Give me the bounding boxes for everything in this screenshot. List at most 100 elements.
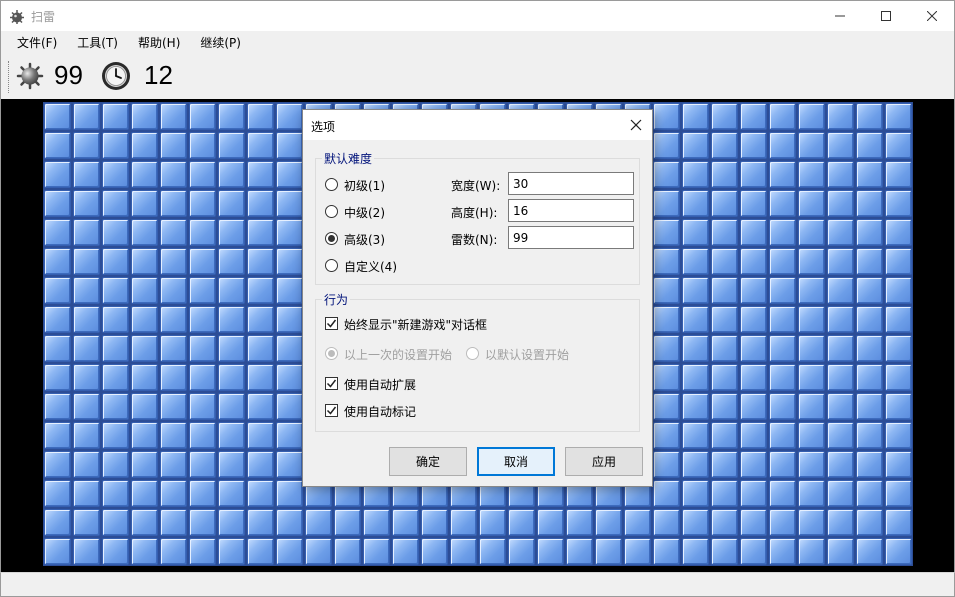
minimize-button[interactable] <box>817 1 863 31</box>
radio-advanced-label[interactable]: 高级(3) <box>344 231 385 248</box>
mine-cell[interactable] <box>826 450 855 479</box>
mine-cell[interactable] <box>246 218 275 247</box>
mine-cell[interactable] <box>275 421 304 450</box>
mine-cell[interactable] <box>43 479 72 508</box>
mine-cell[interactable] <box>275 450 304 479</box>
mine-cell[interactable] <box>681 479 710 508</box>
mine-cell[interactable] <box>159 160 188 189</box>
mine-cell[interactable] <box>507 508 536 537</box>
mine-cell[interactable] <box>246 537 275 566</box>
mine-cell[interactable] <box>739 508 768 537</box>
mine-cell[interactable] <box>826 276 855 305</box>
mine-cell[interactable] <box>72 508 101 537</box>
mine-cell[interactable] <box>768 189 797 218</box>
mine-cell[interactable] <box>797 102 826 131</box>
menu-continue[interactable]: 继续(P) <box>190 31 251 55</box>
mine-cell[interactable] <box>768 508 797 537</box>
mine-cell[interactable] <box>130 363 159 392</box>
mine-cell[interactable] <box>188 131 217 160</box>
mine-cell[interactable] <box>217 131 246 160</box>
mine-cell[interactable] <box>449 537 478 566</box>
mine-cell[interactable] <box>710 160 739 189</box>
mine-cell[interactable] <box>159 508 188 537</box>
mine-cell[interactable] <box>797 508 826 537</box>
mine-cell[interactable] <box>275 218 304 247</box>
mine-cell[interactable] <box>710 363 739 392</box>
mine-cell[interactable] <box>101 131 130 160</box>
mine-cell[interactable] <box>188 102 217 131</box>
mine-cell[interactable] <box>217 508 246 537</box>
mine-cell[interactable] <box>159 537 188 566</box>
mine-cell[interactable] <box>159 363 188 392</box>
radio-start-from-last[interactable] <box>325 347 338 360</box>
mine-cell[interactable] <box>43 102 72 131</box>
mine-cell[interactable] <box>681 363 710 392</box>
mine-cell[interactable] <box>797 334 826 363</box>
mine-cell[interactable] <box>768 392 797 421</box>
mine-cell[interactable] <box>768 450 797 479</box>
mine-cell[interactable] <box>275 508 304 537</box>
mine-cell[interactable] <box>797 421 826 450</box>
mine-cell[interactable] <box>217 421 246 450</box>
mine-cell[interactable] <box>275 305 304 334</box>
mine-cell[interactable] <box>739 334 768 363</box>
mine-cell[interactable] <box>797 189 826 218</box>
mine-cell[interactable] <box>681 131 710 160</box>
mine-cell[interactable] <box>217 218 246 247</box>
mine-cell[interactable] <box>652 363 681 392</box>
mine-cell[interactable] <box>797 392 826 421</box>
mine-cell[interactable] <box>884 508 913 537</box>
mine-cell[interactable] <box>188 363 217 392</box>
mine-cell[interactable] <box>217 450 246 479</box>
mine-cell[interactable] <box>565 508 594 537</box>
mine-cell[interactable] <box>710 102 739 131</box>
mine-cell[interactable] <box>855 537 884 566</box>
mine-cell[interactable] <box>855 276 884 305</box>
mine-cell[interactable] <box>710 218 739 247</box>
mine-cell[interactable] <box>449 508 478 537</box>
mine-cell[interactable] <box>884 392 913 421</box>
mine-cell[interactable] <box>826 247 855 276</box>
radio-beginner-label[interactable]: 初级(1) <box>344 177 385 194</box>
mine-cell[interactable] <box>855 392 884 421</box>
mine-cell[interactable] <box>884 450 913 479</box>
mine-cell[interactable] <box>43 537 72 566</box>
mines-input[interactable] <box>508 226 634 249</box>
mine-cell[interactable] <box>43 247 72 276</box>
mine-cell[interactable] <box>884 479 913 508</box>
radio-intermediate[interactable] <box>325 205 338 218</box>
mine-cell[interactable] <box>43 450 72 479</box>
mine-cell[interactable] <box>739 102 768 131</box>
ok-button[interactable]: 确定 <box>389 447 467 476</box>
mine-cell[interactable] <box>797 247 826 276</box>
mine-cell[interactable] <box>275 247 304 276</box>
mine-cell[interactable] <box>101 479 130 508</box>
mine-cell[interactable] <box>217 102 246 131</box>
mine-cell[interactable] <box>217 334 246 363</box>
mine-cell[interactable] <box>304 537 333 566</box>
mine-cell[interactable] <box>188 508 217 537</box>
mine-cell[interactable] <box>275 276 304 305</box>
width-input[interactable] <box>508 172 634 195</box>
mine-cell[interactable] <box>333 537 362 566</box>
mine-cell[interactable] <box>246 479 275 508</box>
close-button[interactable] <box>909 1 955 31</box>
mine-cell[interactable] <box>739 363 768 392</box>
mine-cell[interactable] <box>217 276 246 305</box>
mine-cell[interactable] <box>159 247 188 276</box>
mine-cell[interactable] <box>275 479 304 508</box>
mine-cell[interactable] <box>855 160 884 189</box>
mine-cell[interactable] <box>826 218 855 247</box>
mine-cell[interactable] <box>275 537 304 566</box>
mine-cell[interactable] <box>159 102 188 131</box>
mine-cell[interactable] <box>391 537 420 566</box>
mine-cell[interactable] <box>420 508 449 537</box>
mine-cell[interactable] <box>681 189 710 218</box>
mine-cell[interactable] <box>652 392 681 421</box>
mine-cell[interactable] <box>768 363 797 392</box>
mine-cell[interactable] <box>101 102 130 131</box>
mine-cell[interactable] <box>739 189 768 218</box>
auto-flag-label[interactable]: 使用自动标记 <box>344 403 416 420</box>
mine-cell[interactable] <box>188 479 217 508</box>
mine-cell[interactable] <box>797 450 826 479</box>
